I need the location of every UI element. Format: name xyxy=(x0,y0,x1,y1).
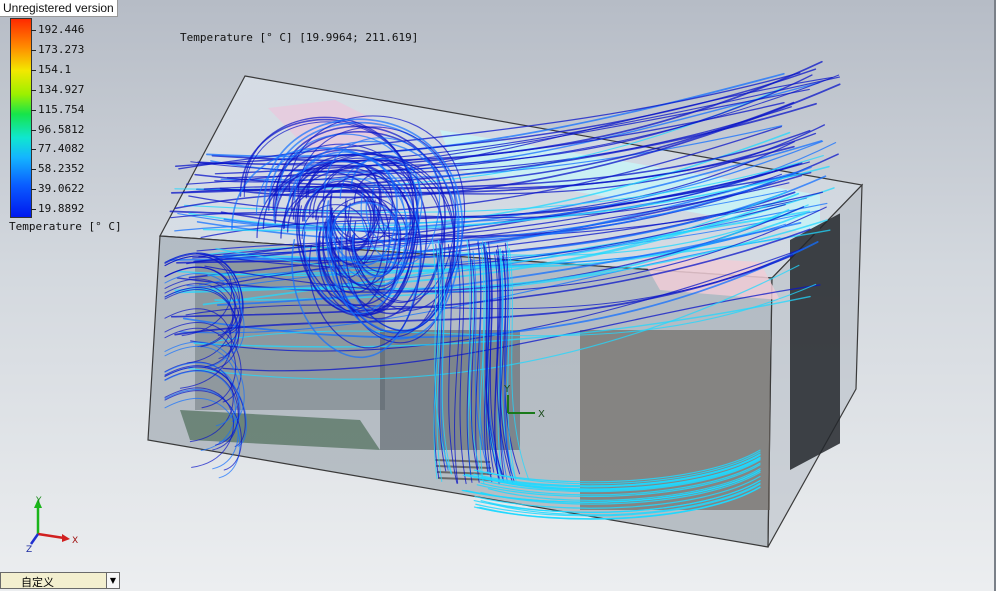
triad-z-axis xyxy=(29,533,40,545)
flow-simulation-viewport[interactable]: X Y xyxy=(0,0,996,591)
view-orientation-value: 自定义 xyxy=(21,576,54,589)
triad-x-axis xyxy=(37,532,65,540)
orientation-triad: Y X Z xyxy=(26,496,78,554)
triad-z-label: Z xyxy=(26,545,32,554)
triad-x-label: X xyxy=(72,536,78,546)
view-orientation-dropdown[interactable]: 自定义 ▼ xyxy=(0,572,120,589)
chevron-down-icon[interactable]: ▼ xyxy=(106,573,119,588)
scene-axis-y-label: Y xyxy=(503,384,511,395)
triad-y-label: Y xyxy=(35,496,42,506)
scene-axis-x-label: X xyxy=(538,409,545,420)
